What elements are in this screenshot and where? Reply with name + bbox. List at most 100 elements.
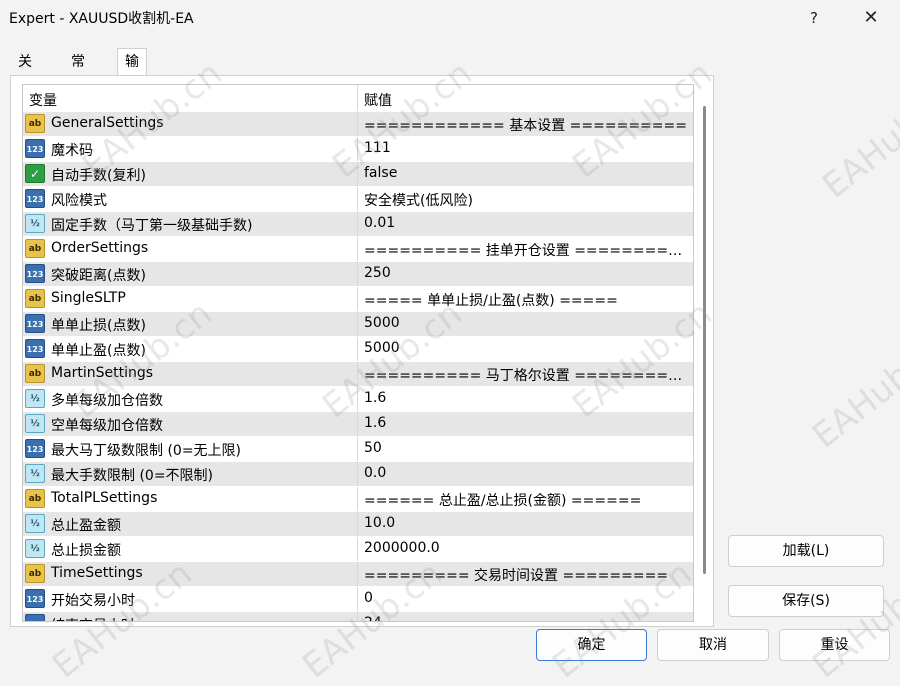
parameter-name: MartinSettings [51,365,154,381]
column-divider [357,512,358,537]
parameter-row[interactable]: ½ 最大手数限制 (0=不限制) 0.0 [23,461,693,487]
parameter-name: 最大手数限制 (0=不限制) [51,468,214,484]
scrollbar-thumb[interactable] [703,106,706,574]
column-divider [357,237,358,262]
parameter-row[interactable]: ½ 多单每级加仓倍数 1.6 [23,386,693,412]
column-divider [357,312,358,337]
column-divider [357,412,358,437]
text-param-icon: ab [25,289,45,308]
parameter-value[interactable]: 安全模式(低风险) [364,190,690,210]
parameter-name: 多单每级加仓倍数 [51,393,163,409]
load-button[interactable]: 加载(L) [728,535,884,567]
column-divider [357,212,358,237]
column-divider [357,187,358,212]
parameter-row[interactable]: ½ 总止损金额 2000000.0 [23,536,693,562]
parameter-value[interactable]: 5000 [364,315,690,331]
column-divider [357,612,358,621]
text-param-icon: ab [25,564,45,583]
parameter-value[interactable]: false [364,165,690,181]
parameter-name: SingleSLTP [51,290,126,306]
parameter-row[interactable]: ½ 固定手数（马丁第一级基础手数) 0.01 [23,211,693,237]
parameter-value[interactable]: 10.0 [364,515,690,531]
parameter-value[interactable]: ========== 马丁格尔设置 ========== [364,365,690,385]
close-icon[interactable]: ✕ [849,4,893,32]
tab-inputs[interactable]: 输入参数 [117,48,147,148]
double-param-icon: ½ [25,414,45,433]
parameter-name: 结束交易小时 [51,615,135,621]
save-button[interactable]: 保存(S) [728,585,884,617]
double-param-icon: ½ [25,539,45,558]
column-divider [357,362,358,387]
text-param-icon: ab [25,114,45,133]
parameter-name: TimeSettings [51,565,143,581]
cancel-button[interactable]: 取消 [657,629,769,661]
grid-header: 变量 赋值 [23,85,693,111]
parameter-name: 开始交易小时 [51,593,135,609]
parameter-row[interactable]: 123 单单止损(点数) 5000 [23,311,693,337]
parameter-row[interactable]: ab TimeSettings ========= 交易时间设置 ========= [23,561,693,587]
parameter-row[interactable]: ab TotalPLSettings ====== 总止盈/总止损(金额) ====… [23,486,693,512]
double-param-icon: ½ [25,389,45,408]
parameter-row[interactable]: ½ 空单每级加仓倍数 1.6 [23,411,693,437]
parameter-row[interactable]: 123 单单止盈(点数) 5000 [23,336,693,362]
parameter-value[interactable]: 50 [364,440,690,456]
parameter-value[interactable]: 24 [364,615,690,621]
parameter-name: TotalPLSettings [51,490,158,506]
tab-common[interactable]: 常用 [63,48,93,96]
parameter-row[interactable]: ab MartinSettings ========== 马丁格尔设置 ======… [23,361,693,387]
integer-param-icon: 123 [25,189,45,208]
parameter-value[interactable]: ===== 单单止损/止盈(点数) ===== [364,290,690,310]
parameter-name: 总止盈金额 [51,518,121,534]
parameter-value[interactable]: 1.6 [364,390,690,406]
parameter-row[interactable]: 123 最大马丁级数限制 (0=无上限) 50 [23,436,693,462]
text-param-icon: ab [25,239,45,258]
parameter-name: 魔术码 [51,143,93,159]
integer-param-icon: 123 [25,264,45,283]
parameter-value[interactable]: ========== 挂单开仓设置 ========== [364,240,690,260]
column-divider [357,537,358,562]
watermark-text: EAHub.cn [805,553,900,686]
column-header-variable[interactable]: 变量 [29,90,57,110]
parameter-row[interactable]: 123 结束交易小时 24 [23,611,693,621]
column-divider [357,85,358,111]
parameter-value[interactable]: 0.01 [364,215,690,231]
parameter-row[interactable]: 123 魔术码 111 [23,136,693,162]
integer-param-icon: 123 [25,614,45,621]
parameter-value[interactable]: ============ 基本设置 ========== [364,115,690,135]
help-icon[interactable]: ? [792,4,836,32]
parameter-row[interactable]: ab GeneralSettings ============ 基本设置 =====… [23,111,693,137]
parameter-row[interactable]: ab OrderSettings ========== 挂单开仓设置 =======… [23,236,693,262]
parameter-value[interactable]: 2000000.0 [364,540,690,556]
tab-about[interactable]: 关于 [10,48,40,96]
bool-param-icon: ✓ [25,164,45,183]
parameter-value[interactable]: 5000 [364,340,690,356]
column-divider [357,387,358,412]
parameter-value[interactable]: 250 [364,265,690,281]
parameter-value[interactable]: 0.0 [364,465,690,481]
column-header-value[interactable]: 赋值 [364,90,392,110]
parameter-row[interactable]: ½ 总止盈金额 10.0 [23,511,693,537]
parameter-name: 空单每级加仓倍数 [51,418,163,434]
parameter-value[interactable]: ====== 总止盈/总止损(金额) ====== [364,490,690,510]
parameter-value[interactable]: 0 [364,590,690,606]
parameter-row[interactable]: ✓ 自动手数(复利) false [23,161,693,187]
title-bar: Expert - XAUUSD收割机-EA ? ✕ [0,0,900,36]
column-divider [357,462,358,487]
ok-button[interactable]: 确定 [536,629,647,661]
reset-button[interactable]: 重设 [779,629,890,661]
integer-param-icon: 123 [25,339,45,358]
vertical-scrollbar[interactable] [700,100,708,576]
parameter-value[interactable]: ========= 交易时间设置 ========= [364,565,690,585]
parameter-row[interactable]: ab SingleSLTP ===== 单单止损/止盈(点数) ===== [23,286,693,312]
parameters-grid[interactable]: 变量 赋值 ab GeneralSettings ============ 基本设置… [22,84,694,622]
parameter-row[interactable]: 123 突破距离(点数) 250 [23,261,693,287]
parameter-row[interactable]: 123 开始交易小时 0 [23,586,693,612]
parameter-row[interactable]: 123 风险模式 安全模式(低风险) [23,186,693,212]
parameter-value[interactable]: 111 [364,140,690,156]
parameter-value[interactable]: 1.6 [364,415,690,431]
watermark-text: EAHub.cn [815,73,900,207]
integer-param-icon: 123 [25,439,45,458]
column-divider [357,587,358,612]
window-title: Expert - XAUUSD收割机-EA [9,11,194,27]
parameter-name: OrderSettings [51,240,149,256]
